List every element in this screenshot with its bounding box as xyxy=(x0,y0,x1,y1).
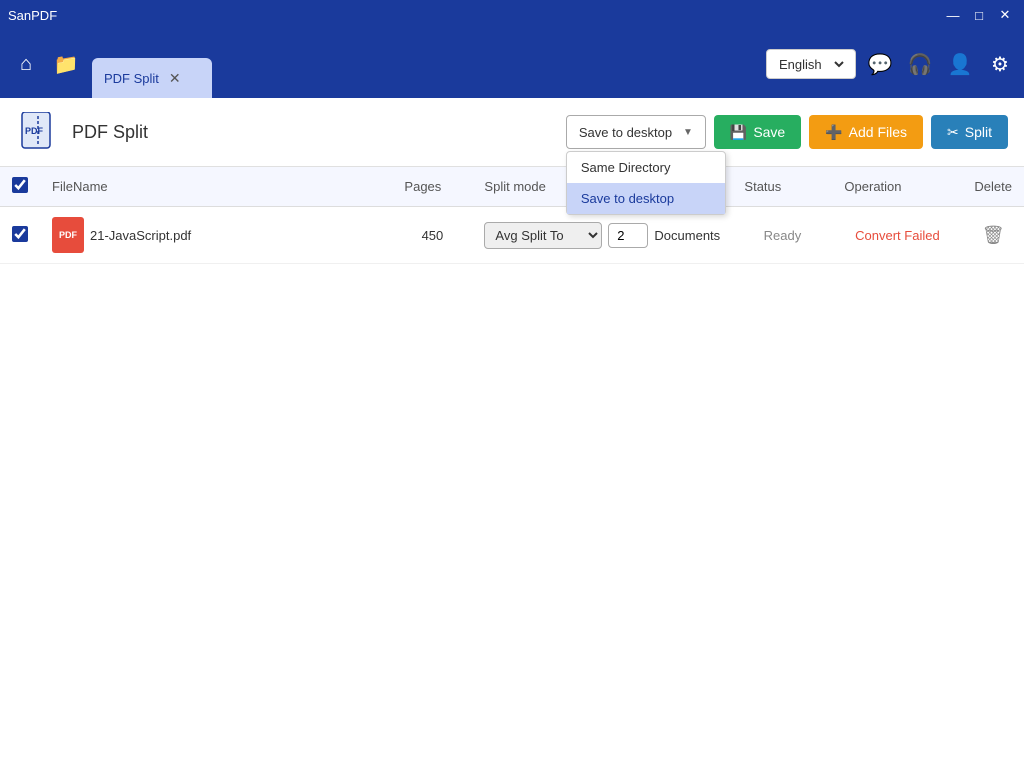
operation-label: Convert Failed xyxy=(855,228,940,243)
col-header-delete: Delete xyxy=(962,167,1024,207)
trash-icon: 🗑 xyxy=(982,225,1005,245)
filename-label: 21-JavaScript.pdf xyxy=(90,228,191,243)
add-icon: ➕ xyxy=(825,124,842,141)
select-all-checkbox[interactable] xyxy=(12,177,28,193)
col-header-status: Status xyxy=(732,167,832,207)
table-header-row: FileName Pages Split mode Status Operati… xyxy=(0,167,1024,207)
save-dropdown-menu: Same Directory Save to desktop xyxy=(566,151,726,215)
col-header-checkbox xyxy=(0,167,40,207)
save-dropdown-label: Save to desktop xyxy=(579,125,672,140)
save-dropdown-button[interactable]: Save to desktop ▼ xyxy=(566,115,706,149)
col-header-filename: FileName xyxy=(40,167,392,207)
tabs-area: PDF Split ✕ xyxy=(92,30,762,98)
settings-icon: ⚙ xyxy=(991,52,1009,77)
window-controls: — □ ✕ xyxy=(942,5,1016,25)
pdf-file-icon: PDF xyxy=(52,217,84,253)
language-selector[interactable]: English Chinese xyxy=(766,49,856,79)
headset-button[interactable]: 🎧 xyxy=(904,48,936,80)
tool-title: PDF Split xyxy=(72,122,148,143)
status-badge: Ready xyxy=(764,228,802,243)
split-num-input[interactable] xyxy=(608,223,648,248)
row-splitmode-cell: Avg Split To Split by Pages Split by Siz… xyxy=(472,207,732,264)
col-header-pages: Pages xyxy=(392,167,472,207)
titlebar: SanPDF — □ ✕ xyxy=(0,0,1024,30)
close-button[interactable]: ✕ xyxy=(994,5,1016,25)
folder-button[interactable]: 📁 xyxy=(48,46,84,82)
chevron-down-icon: ▼ xyxy=(683,127,693,138)
svg-text:PDF: PDF xyxy=(25,126,44,136)
save-button[interactable]: 💾 Save xyxy=(714,115,801,149)
table-row: PDF 21-JavaScript.pdf 450 Avg Split To S… xyxy=(0,207,1024,264)
comment-button[interactable]: 💬 xyxy=(864,48,896,80)
row-pages-cell: 450 xyxy=(392,207,472,264)
comment-icon: 💬 xyxy=(868,52,893,77)
split-button[interactable]: ✂ Split xyxy=(931,115,1008,149)
navbar-right: English Chinese 💬 🎧 👤 ⚙ xyxy=(766,48,1016,80)
delete-row-button[interactable]: 🗑 xyxy=(982,225,1005,246)
row-operation-cell: Convert Failed xyxy=(832,207,962,264)
home-icon: ⌂ xyxy=(20,53,32,76)
tool-actions: Save to desktop ▼ Same Directory Save to… xyxy=(566,115,1008,149)
filename-wrap: PDF 21-JavaScript.pdf xyxy=(52,217,380,253)
app-title: SanPDF xyxy=(8,8,57,23)
user-button[interactable]: 👤 xyxy=(944,48,976,80)
split-mode-select[interactable]: Avg Split To Split by Pages Split by Siz… xyxy=(484,222,602,249)
row-status-cell: Ready xyxy=(732,207,832,264)
row-checkbox-cell xyxy=(0,207,40,264)
save-icon: 💾 xyxy=(730,124,747,141)
file-table: FileName Pages Split mode Status Operati… xyxy=(0,167,1024,264)
tool-icon: PDF xyxy=(16,110,60,154)
dropdown-item-save-to-desktop[interactable]: Save to desktop xyxy=(567,183,725,214)
row-delete-cell: 🗑 xyxy=(962,207,1024,264)
col-header-operation: Operation xyxy=(832,167,962,207)
home-button[interactable]: ⌂ xyxy=(8,46,44,82)
tool-header: PDF PDF Split Save to desktop ▼ Same Dir… xyxy=(0,98,1024,167)
tab-pdf-split[interactable]: PDF Split ✕ xyxy=(92,58,212,98)
content-area: PDF PDF Split Save to desktop ▼ Same Dir… xyxy=(0,98,1024,768)
split-icon: ✂ xyxy=(947,124,959,141)
minimize-button[interactable]: — xyxy=(942,5,964,25)
save-location-dropdown[interactable]: Save to desktop ▼ Same Directory Save to… xyxy=(566,115,706,149)
maximize-button[interactable]: □ xyxy=(968,5,990,25)
settings-button[interactable]: ⚙ xyxy=(984,48,1016,80)
dropdown-item-same-directory[interactable]: Same Directory xyxy=(567,152,725,183)
tab-label: PDF Split xyxy=(104,71,159,86)
split-unit-label: Documents xyxy=(654,228,720,243)
tab-close-button[interactable]: ✕ xyxy=(167,71,183,85)
row-checkbox[interactable] xyxy=(12,226,28,242)
folder-icon: 📁 xyxy=(54,52,79,77)
pdf-split-icon: PDF xyxy=(20,112,56,152)
headset-icon: 🎧 xyxy=(908,52,933,77)
row-filename-cell: PDF 21-JavaScript.pdf xyxy=(40,207,392,264)
add-files-button[interactable]: ➕ Add Files xyxy=(809,115,923,149)
navbar: ⌂ 📁 PDF Split ✕ English Chinese 💬 🎧 👤 ⚙ xyxy=(0,30,1024,98)
user-icon: 👤 xyxy=(948,52,973,77)
language-dropdown[interactable]: English Chinese xyxy=(775,56,847,73)
